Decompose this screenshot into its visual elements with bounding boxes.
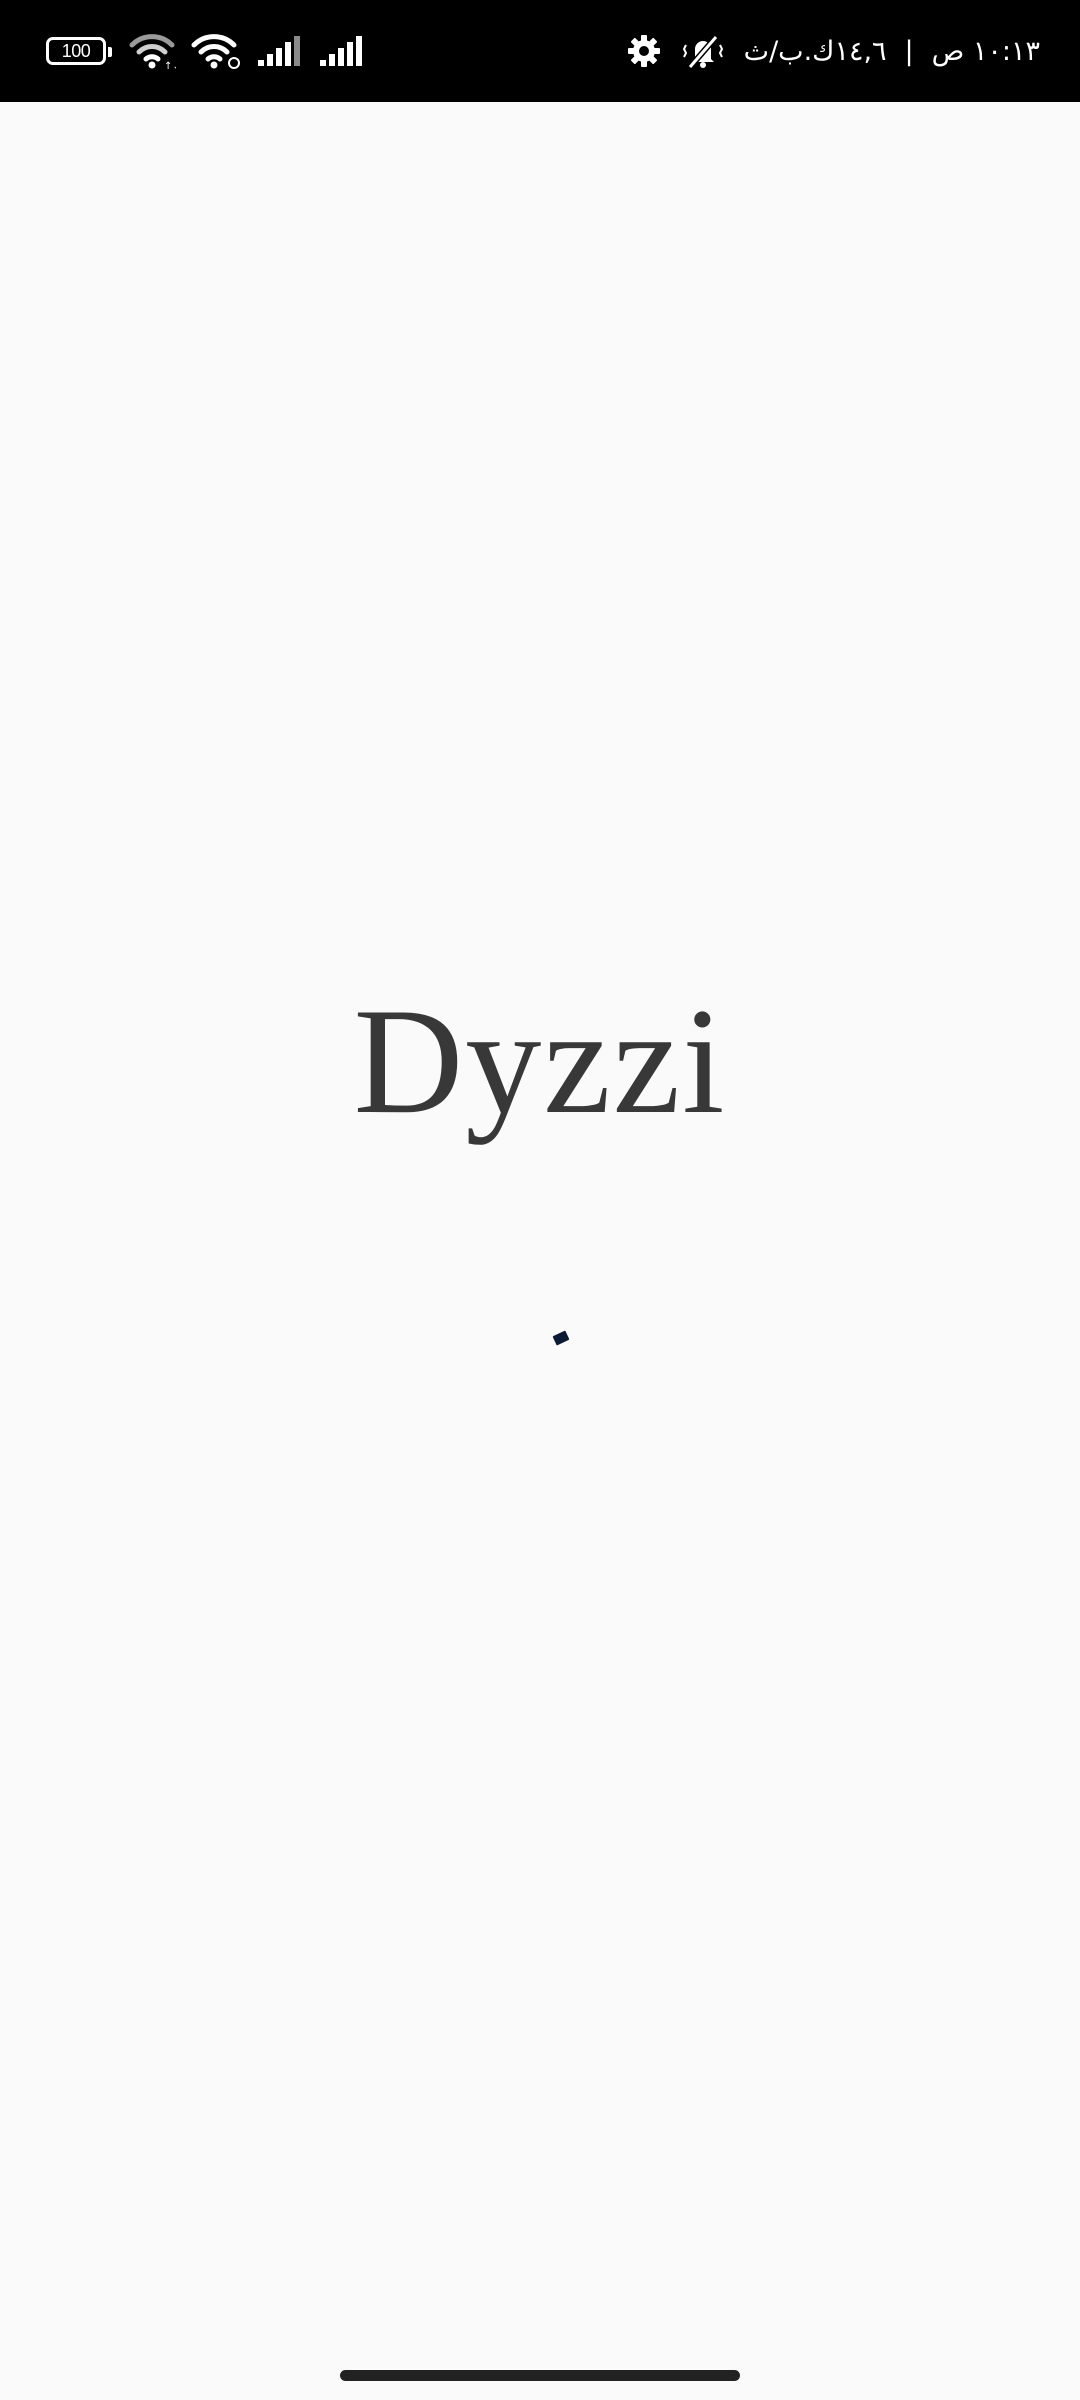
signal-icon (258, 36, 300, 66)
app-logo-text: Dyzzi (353, 977, 727, 1145)
wifi-icon: ↑↓ (129, 34, 176, 71)
battery-icon: 100 (46, 37, 112, 65)
wifi-icon (191, 34, 240, 69)
mute-vibrate-icon (682, 35, 723, 69)
network-speed: ١٤,٦ك.ب/ث (743, 35, 887, 67)
status-icons-right: ١٤,٦ك.ب/ث | ١٠:١٣ ص (626, 0, 1040, 102)
signal-icon (320, 36, 362, 66)
status-separator: | (904, 35, 914, 67)
loading-spinner (552, 1330, 570, 1346)
status-icons-left: 100 ↑↓ (46, 0, 366, 102)
gesture-nav-handle[interactable] (340, 2370, 740, 2381)
status-bar: 100 ↑↓ (0, 0, 1080, 102)
settings-icon (627, 35, 660, 67)
battery-level: 100 (61, 41, 91, 61)
svg-text:↑↓: ↑↓ (164, 61, 176, 71)
clock: ١٠:١٣ ص (931, 35, 1040, 67)
